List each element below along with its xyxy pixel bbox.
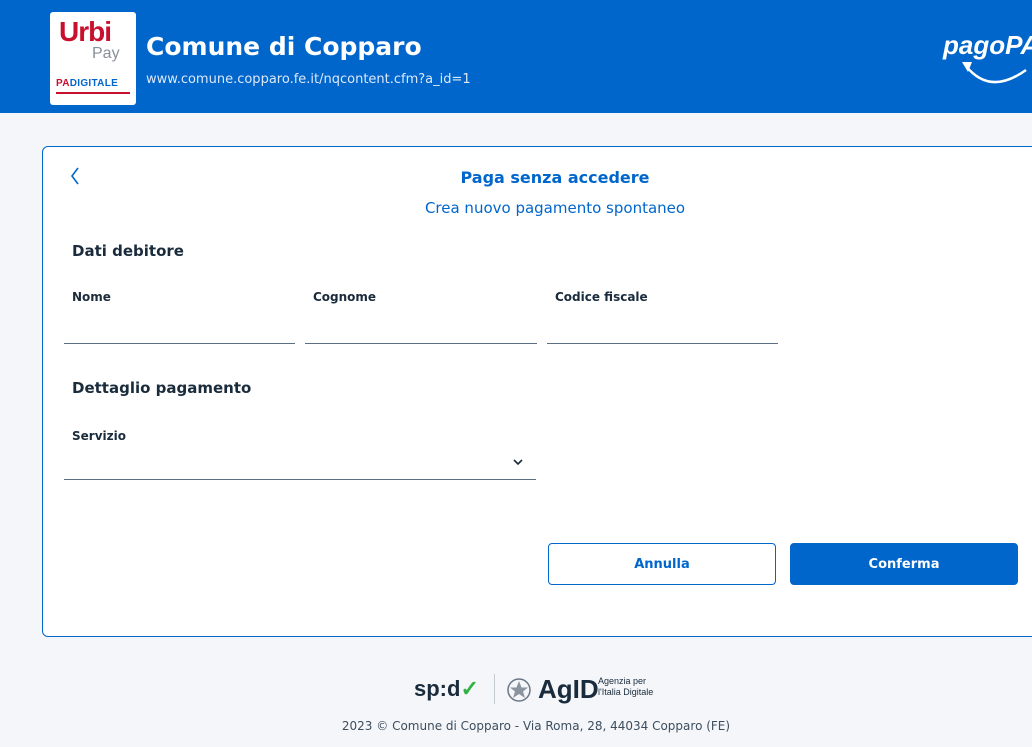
logo-digitale-part: DIGITALE (69, 78, 119, 89)
form-title: Paga senza accedere (460, 168, 650, 187)
spid-logo: sp:d✓ (414, 676, 479, 702)
confirm-button[interactable]: Conferma (790, 543, 1018, 585)
codice-fiscale-input[interactable] (547, 316, 778, 344)
page-title: Comune di Copparo (146, 32, 422, 61)
logo-underline (56, 92, 130, 94)
agid-logo: AgID (538, 674, 599, 704)
debtor-section-title: Dati debitore (72, 242, 184, 260)
agid-subtitle-line1: Agenzia per (598, 676, 647, 686)
nome-label: Nome (72, 290, 111, 304)
cognome-input[interactable] (305, 316, 537, 344)
servizio-select[interactable] (64, 446, 536, 480)
header-bar: Urbi Pay PADIGITALE Comune di Copparo ww… (0, 0, 1032, 113)
chevron-left-icon (71, 167, 79, 185)
logo-pa-part: PA (56, 78, 70, 89)
logo-padigitale-text: PADIGITALE (56, 78, 118, 89)
spid-logo-text: sp:d (414, 676, 461, 701)
pagopa-logo: pagoPA (940, 30, 1032, 100)
italian-emblem-icon (507, 678, 531, 702)
codice-fiscale-label: Codice fiscale (555, 290, 648, 304)
logo-pay-text: Pay (92, 45, 120, 62)
chevron-down-icon (513, 459, 523, 466)
footer-logos: sp:d✓ AgID Agenzia per l'Italia Digitale (414, 672, 684, 706)
site-url-link[interactable]: www.comune.copparo.fe.it/nqcontent.cfm?a… (146, 72, 471, 88)
urbi-pay-logo[interactable]: Urbi Pay PADIGITALE (50, 12, 136, 105)
cancel-button[interactable]: Annulla (548, 543, 776, 585)
footer-logo-divider (494, 674, 495, 704)
spid-check-icon: ✓ (460, 676, 479, 701)
footer-copyright: 2023 © Comune di Copparo - Via Roma, 28,… (341, 719, 731, 733)
payment-section-title: Dettaglio pagamento (72, 379, 252, 397)
form-subtitle: Crea nuovo pagamento spontaneo (424, 199, 686, 217)
logo-urbi-text: Urbi (59, 16, 112, 47)
agid-subtitle: Agenzia per l'Italia Digitale (598, 676, 678, 698)
nome-input[interactable] (64, 316, 295, 344)
back-button[interactable] (64, 164, 92, 188)
cognome-label: Cognome (313, 290, 377, 304)
pagopa-arc-icon (962, 62, 1027, 84)
agid-subtitle-line2: l'Italia Digitale (598, 687, 654, 697)
servizio-label: Servizio (72, 429, 126, 443)
